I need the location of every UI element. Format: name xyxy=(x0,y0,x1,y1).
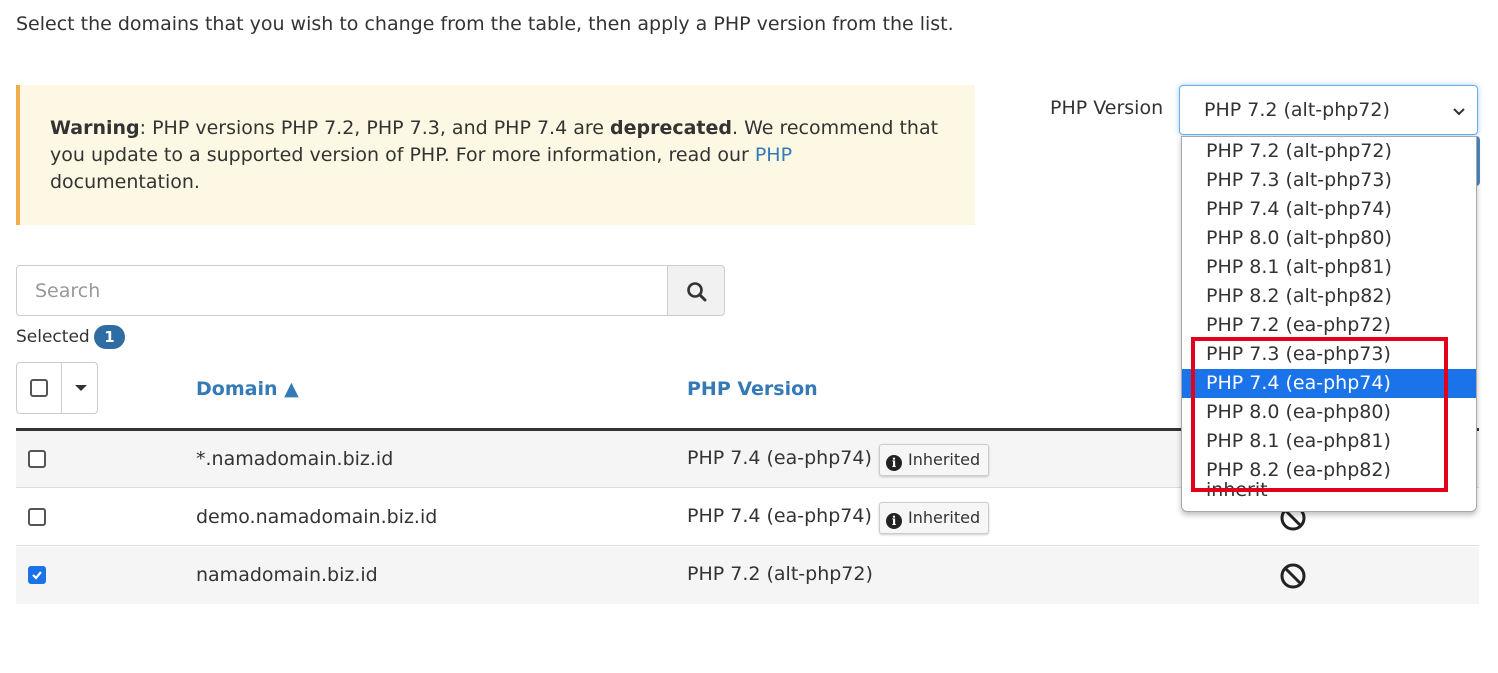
php-version-label: PHP Version xyxy=(1050,97,1164,119)
php-version-cell: PHP 7.2 (alt-php72) xyxy=(687,563,873,585)
php-version-select[interactable]: PHP 7.2 (alt-php72) xyxy=(1179,85,1478,135)
row-checkbox[interactable] xyxy=(28,450,46,468)
php-option[interactable]: PHP 8.2 (alt-php82) xyxy=(1182,282,1476,311)
search-button[interactable] xyxy=(667,265,725,316)
checkmark-icon xyxy=(32,571,42,580)
php-option[interactable]: PHP 8.1 (alt-php81) xyxy=(1182,253,1476,282)
domain-cell: namadomain.biz.id xyxy=(196,564,378,586)
php-option[interactable]: PHP 7.2 (ea-php72) xyxy=(1182,311,1476,340)
php-option[interactable]: PHP 7.2 (alt-php72) xyxy=(1182,137,1476,166)
row-checkbox[interactable] xyxy=(28,508,46,526)
select-all-checkbox[interactable] xyxy=(30,379,48,397)
domain-cell: *.namadomain.biz.id xyxy=(196,448,394,470)
php-option[interactable]: PHP 8.0 (alt-php80) xyxy=(1182,224,1476,253)
search-input[interactable] xyxy=(16,265,668,316)
php-option-inherit[interactable]: inherit xyxy=(1182,476,1476,505)
warning-text-1: : PHP versions PHP 7.2, PHP 7.3, and PHP… xyxy=(139,117,610,139)
inherited-label: Inherited xyxy=(908,508,981,527)
selected-count-label: Selected xyxy=(16,327,90,347)
bulk-select-control[interactable] xyxy=(16,362,98,414)
info-icon: i xyxy=(886,455,902,471)
warning-label: Warning xyxy=(50,117,140,139)
deprecation-warning: Warning: PHP versions PHP 7.2, PHP 7.3, … xyxy=(16,85,975,225)
php-version-selected-value: PHP 7.2 (alt-php72) xyxy=(1204,99,1390,121)
php-version-column-header[interactable]: PHP Version xyxy=(687,378,818,400)
info-icon: i xyxy=(886,513,902,529)
row-checkbox-checked[interactable] xyxy=(28,566,46,584)
php-option-highlighted[interactable]: PHP 7.4 (ea-php74) xyxy=(1182,369,1476,398)
inherited-label: Inherited xyxy=(908,450,981,469)
php-option[interactable]: PHP 8.1 (ea-php81) xyxy=(1182,427,1476,456)
php-documentation-link[interactable]: PHP xyxy=(755,144,792,166)
bulk-select-divider xyxy=(61,363,62,413)
php-version-options-list[interactable]: PHP 7.2 (alt-php72) PHP 7.3 (alt-php73) … xyxy=(1181,136,1477,512)
inherited-badge[interactable]: i Inherited xyxy=(879,502,990,534)
inherited-badge[interactable]: i Inherited xyxy=(879,444,990,476)
table-row: namadomain.biz.id PHP 7.2 (alt-php72) xyxy=(16,547,1479,604)
php-option[interactable]: PHP 8.0 (ea-php80) xyxy=(1182,398,1476,427)
php-option[interactable]: PHP 7.3 (alt-php73) xyxy=(1182,166,1476,195)
warning-text-3: documentation. xyxy=(50,171,200,193)
intro-text: Select the domains that you wish to chan… xyxy=(16,13,954,35)
chevron-down-icon xyxy=(1453,108,1465,116)
domain-cell: demo.namadomain.biz.id xyxy=(196,506,438,528)
domain-column-header[interactable]: Domain ▲ xyxy=(196,378,299,400)
php-option[interactable]: PHP 7.3 (ea-php73) xyxy=(1182,340,1476,369)
ban-icon[interactable] xyxy=(1279,562,1307,590)
warning-bold-deprecated: deprecated xyxy=(609,117,732,139)
php-version-cell: PHP 7.4 (ea-php74) xyxy=(687,505,872,527)
caret-down-icon[interactable] xyxy=(75,385,87,391)
php-option[interactable]: PHP 7.4 (alt-php74) xyxy=(1182,195,1476,224)
php-version-cell: PHP 7.4 (ea-php74) xyxy=(687,447,872,469)
selected-count-badge: 1 xyxy=(94,325,125,349)
search-icon xyxy=(687,282,707,302)
